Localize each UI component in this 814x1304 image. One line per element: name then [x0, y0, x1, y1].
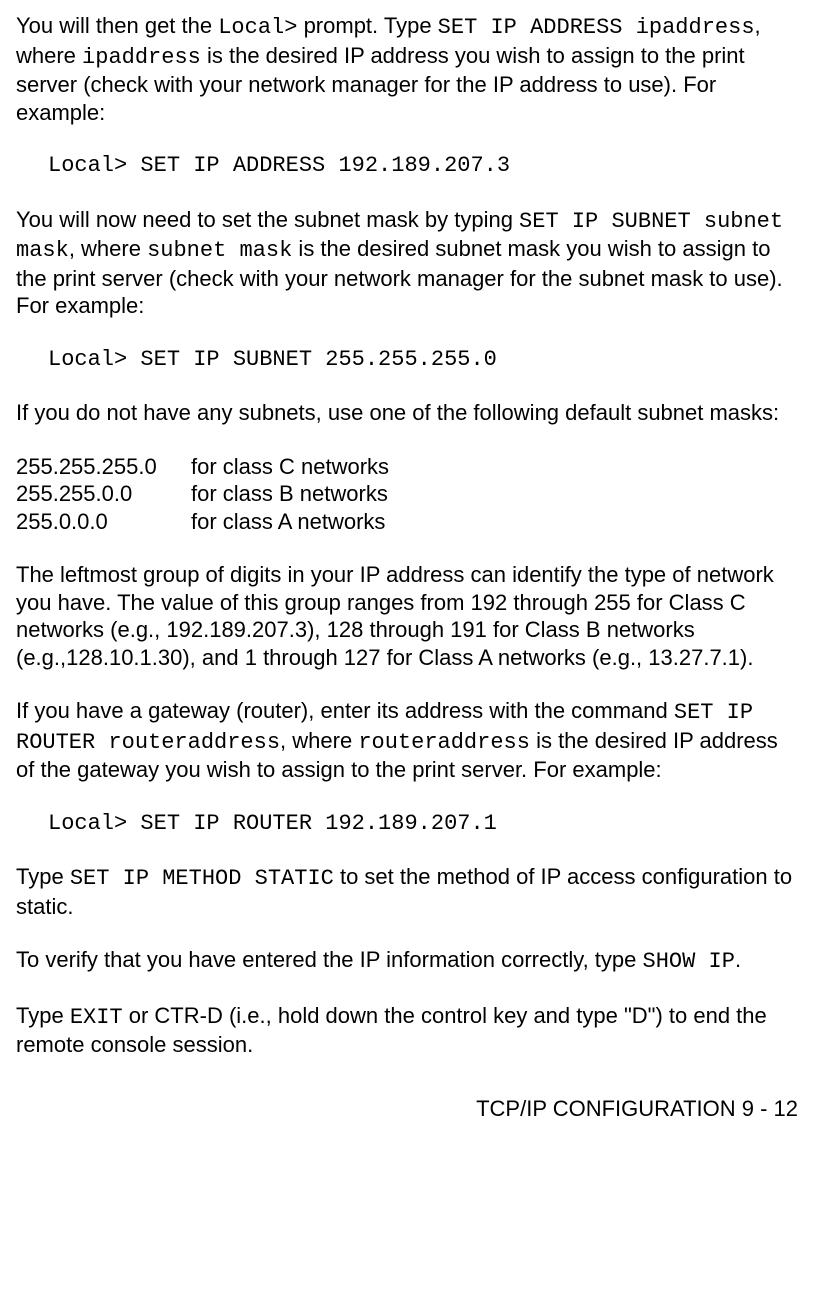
text: , where [69, 236, 147, 261]
code-inline: routeraddress [358, 730, 530, 755]
code-inline: EXIT [70, 1005, 123, 1030]
code-inline: SHOW IP [643, 949, 735, 974]
code-block-router: Local> SET IP ROUTER 192.189.207.1 [16, 810, 798, 838]
mask-value: 255.255.0.0 [16, 480, 191, 508]
code-block-subnet: Local> SET IP SUBNET 255.255.255.0 [16, 346, 798, 374]
paragraph-local-prompt: You will then get the Local> prompt. Typ… [16, 12, 798, 126]
page-footer: TCP/IP CONFIGURATION 9 - 12 [16, 1095, 798, 1123]
table-row: 255.0.0.0 for class A networks [16, 508, 798, 536]
text: To verify that you have entered the IP i… [16, 947, 643, 972]
paragraph-static: Type SET IP METHOD STATIC to set the met… [16, 863, 798, 920]
table-row: 255.255.255.0 for class C networks [16, 453, 798, 481]
text: You will then get the [16, 13, 218, 38]
text: or CTR-D (i.e., hold down the control ke… [16, 1003, 767, 1058]
mask-value: 255.0.0.0 [16, 508, 191, 536]
text: Type [16, 1003, 70, 1028]
paragraph-leftmost-digits: The leftmost group of digits in your IP … [16, 561, 798, 671]
paragraph-subnet: You will now need to set the subnet mask… [16, 206, 798, 320]
text: , where [280, 728, 358, 753]
code-inline: SET IP ADDRESS ipaddress [438, 15, 755, 40]
code-block-ip-address: Local> SET IP ADDRESS 192.189.207.3 [16, 152, 798, 180]
code-inline: Local> [218, 15, 297, 40]
text: prompt. Type [297, 13, 437, 38]
subnet-table: 255.255.255.0 for class C networks 255.2… [16, 453, 798, 536]
text: You will now need to set the subnet mask… [16, 207, 519, 232]
code-inline: ipaddress [82, 45, 201, 70]
paragraph-verify: To verify that you have entered the IP i… [16, 946, 798, 976]
paragraph-default-masks: If you do not have any subnets, use one … [16, 399, 798, 427]
mask-desc: for class B networks [191, 480, 388, 508]
text: If you have a gateway (router), enter it… [16, 698, 674, 723]
paragraph-gateway: If you have a gateway (router), enter it… [16, 697, 798, 784]
code-inline: subnet mask [147, 238, 292, 263]
mask-value: 255.255.255.0 [16, 453, 191, 481]
mask-desc: for class C networks [191, 453, 389, 481]
text: Type [16, 864, 70, 889]
text: . [735, 947, 741, 972]
paragraph-exit: Type EXIT or CTR-D (i.e., hold down the … [16, 1002, 798, 1059]
table-row: 255.255.0.0 for class B networks [16, 480, 798, 508]
code-inline: SET IP METHOD STATIC [70, 866, 334, 891]
mask-desc: for class A networks [191, 508, 385, 536]
